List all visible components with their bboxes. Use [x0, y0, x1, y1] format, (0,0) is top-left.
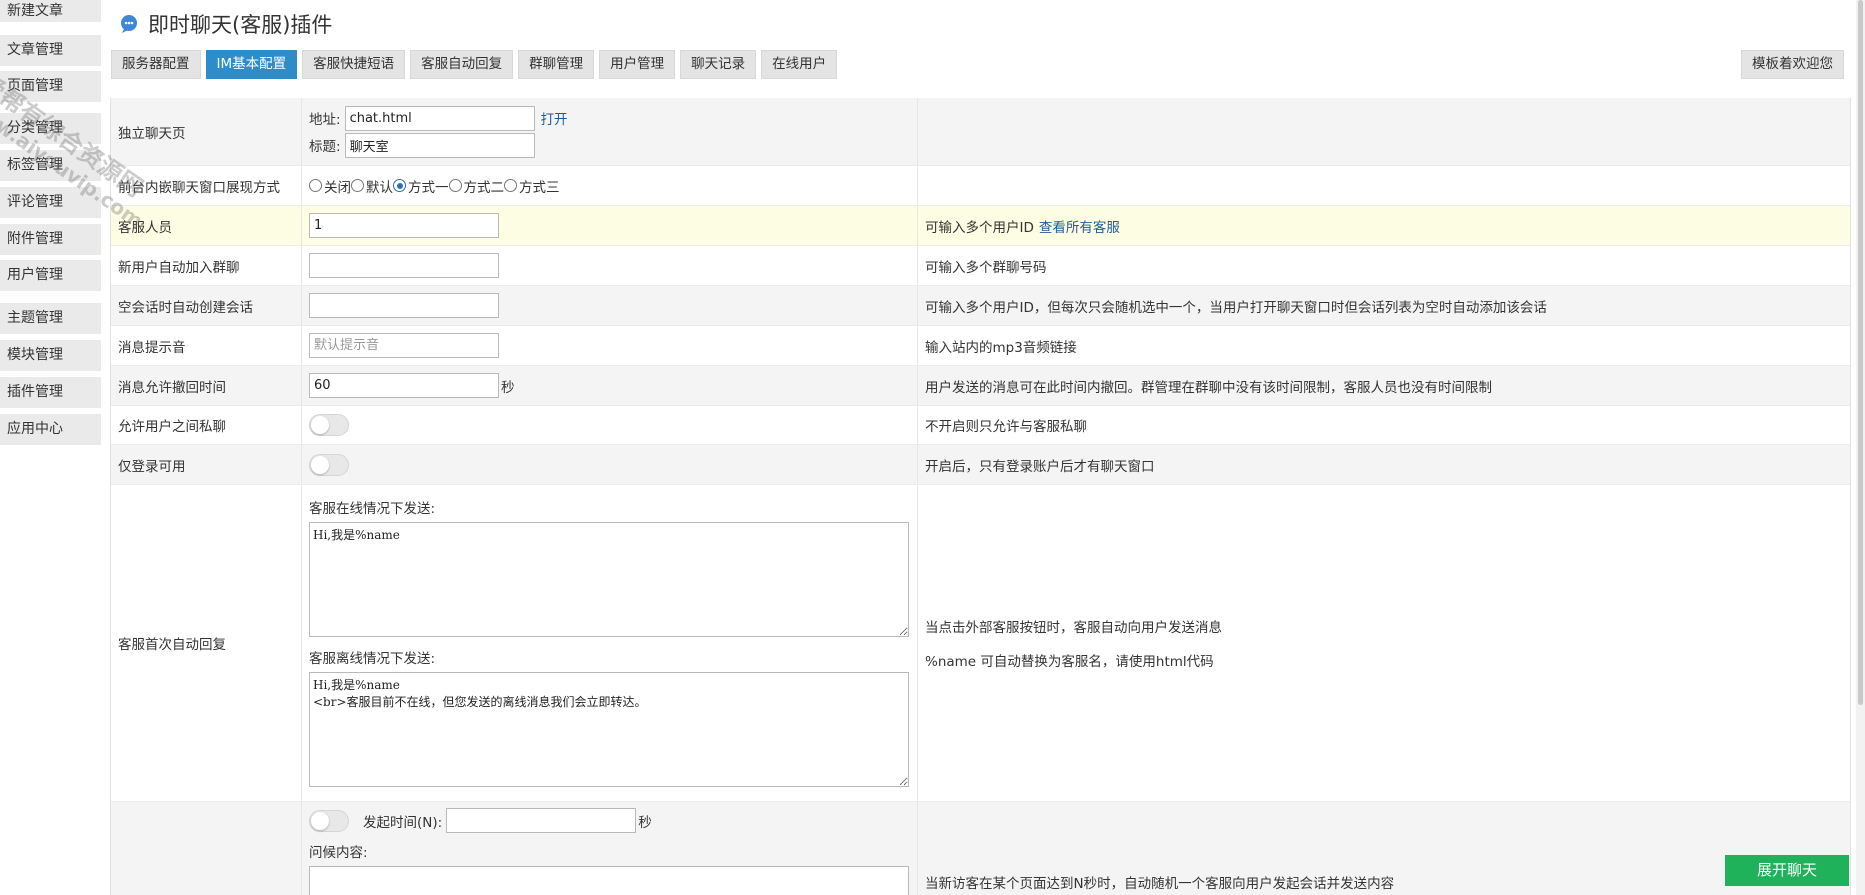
seconds-unit: 秒: [638, 814, 652, 831]
radio-button-icon: [504, 179, 517, 192]
sidebar-item-theme-manage[interactable]: 主题管理: [0, 303, 101, 334]
sidebar: 新建文章 文章管理 页面管理 分类管理 标签管理 评论管理 附件管理 用户管理 …: [0, 0, 101, 895]
sidebar-item-tag-manage[interactable]: 标签管理: [0, 150, 101, 181]
template-welcome-tab[interactable]: 模板着欢迎您: [1741, 50, 1844, 79]
setting-row-auto-session: 空会话时自动创建会话 可输入多个用户ID，但每次只会随机选中一个，当用户打开聊天…: [111, 286, 1850, 326]
greeting-toggle[interactable]: [309, 809, 349, 832]
radio-mode-one[interactable]: 方式一: [393, 176, 449, 196]
toggle-knob: [311, 455, 329, 474]
title-input[interactable]: [344, 132, 535, 158]
seconds-unit: 秒: [501, 379, 515, 396]
offline-reply-textarea[interactable]: Hi,我是%name <br>客服目前不在线，但您发送的离线消息我们会立即转达。: [309, 672, 909, 787]
toggle-knob: [311, 811, 329, 830]
settings-table: 独立聊天页 地址: 打开 标题: 前台内嵌聊天窗口展现方式 关闭 默认 方式一 …: [110, 98, 1851, 895]
setting-desc: 输入站内的mp3音频链接: [925, 339, 1077, 356]
setting-desc: 可输入多个群聊号码: [925, 259, 1047, 276]
sound-input[interactable]: [309, 333, 499, 358]
radio-off[interactable]: 关闭: [309, 176, 351, 196]
sidebar-item-comment-manage[interactable]: 评论管理: [0, 187, 101, 218]
radio-button-icon: [351, 179, 364, 192]
tab-user-manage[interactable]: 用户管理: [599, 50, 676, 79]
online-reply-textarea[interactable]: Hi,我是%name: [309, 522, 909, 637]
greeting-content-label: 问候内容:: [309, 845, 368, 861]
agents-desc: 可输入多个用户ID: [925, 219, 1034, 236]
tab-bar: 服务器配置 IM基本配置 客服快捷短语 客服自动回复 群聊管理 用户管理 聊天记…: [111, 50, 838, 79]
setting-desc: 当新访客在某个页面达到N秒时，自动随机一个客服向用户发起会话并发送内容: [925, 876, 1395, 892]
radio-button-icon: [309, 179, 322, 192]
page-header: 即时聊天(客服)插件: [118, 9, 332, 39]
setting-label: 前台内嵌聊天窗口展现方式: [111, 166, 302, 205]
setting-label: 允许用户之间私聊: [111, 406, 302, 444]
setting-label: 独立聊天页: [111, 98, 302, 165]
chat-bubble-icon: [121, 15, 137, 33]
address-input[interactable]: [344, 105, 535, 131]
setting-row-greeting: 发起时间(N): 秒 问候内容: 当新访客在某个页面达到N秒时，自动随机一个客服…: [111, 802, 1850, 895]
setting-row-auto-join: 新用户自动加入群聊 可输入多个群聊号码: [111, 246, 1850, 286]
login-only-toggle[interactable]: [309, 453, 349, 476]
setting-label: 空会话时自动创建会话: [111, 286, 302, 325]
setting-row-first-reply: 客服首次自动回复 客服在线情况下发送: Hi,我是%name 客服离线情况下发送…: [111, 485, 1850, 802]
offline-reply-label: 客服离线情况下发送:: [309, 651, 436, 667]
recall-time-input[interactable]: [309, 373, 499, 398]
setting-desc: 用户发送的消息可在此时间内撤回。群管理在群聊中没有该时间限制，客服人员也没有时间…: [925, 379, 1492, 396]
tab-group-chat-manage[interactable]: 群聊管理: [518, 50, 595, 79]
scrollbar-thumb[interactable]: [1858, 0, 1863, 705]
setting-label: 消息允许撤回时间: [111, 366, 302, 405]
setting-row-private-chat: 允许用户之间私聊 不开启则只允许与客服私聊: [111, 406, 1850, 445]
setting-label: 新用户自动加入群聊: [111, 246, 302, 285]
setting-desc: 开启后，只有登录账户后才有聊天窗口: [925, 458, 1155, 475]
tab-chat-history[interactable]: 聊天记录: [680, 50, 757, 79]
radio-button-icon: [448, 179, 462, 192]
setting-row-recall: 消息允许撤回时间 秒 用户发送的消息可在此时间内撤回。群管理在群聊中没有该时间限…: [111, 366, 1850, 406]
radio-default[interactable]: 默认: [351, 176, 393, 196]
sidebar-item-article-manage[interactable]: 文章管理: [0, 35, 101, 66]
sidebar-item-module-manage[interactable]: 模块管理: [0, 340, 101, 371]
setting-label: 仅登录可用: [111, 445, 302, 484]
agents-input[interactable]: [309, 213, 499, 238]
setting-label: 客服首次自动回复: [111, 485, 302, 801]
private-chat-toggle[interactable]: [309, 414, 349, 436]
sidebar-item-page-manage[interactable]: 页面管理: [0, 71, 101, 102]
tab-auto-reply[interactable]: 客服自动回复: [410, 50, 514, 79]
tab-im-basic-config[interactable]: IM基本配置: [205, 50, 298, 79]
setting-row-standalone: 独立聊天页 地址: 打开 标题:: [111, 98, 1850, 166]
setting-row-sound: 消息提示音 输入站内的mp3音频链接: [111, 326, 1850, 366]
expand-chat-button[interactable]: 展开聊天: [1725, 855, 1849, 886]
sidebar-item-app-center[interactable]: 应用中心: [0, 414, 101, 445]
sidebar-item-new-article[interactable]: 新建文章: [0, 0, 101, 22]
address-label: 地址:: [309, 112, 341, 128]
setting-desc: 可输入多个用户ID，但每次只会随机选中一个，当用户打开聊天窗口时但会话列表为空时…: [925, 299, 1547, 316]
sidebar-item-user-manage[interactable]: 用户管理: [0, 260, 101, 291]
online-reply-label: 客服在线情况下发送:: [309, 501, 436, 517]
tab-online-users[interactable]: 在线用户: [761, 50, 838, 79]
sidebar-item-plugin-manage[interactable]: 插件管理: [0, 377, 101, 408]
auto-session-input[interactable]: [309, 293, 499, 318]
setting-row-display-mode: 前台内嵌聊天窗口展现方式 关闭 默认 方式一 方式二 方式三: [111, 166, 1850, 206]
radio-button-checked-icon: [393, 179, 406, 192]
first-reply-desc-2: %name 可自动替换为客服名，请使用html代码: [925, 654, 1214, 670]
auto-join-input[interactable]: [309, 253, 499, 278]
setting-row-login-only: 仅登录可用 开启后，只有登录账户后才有聊天窗口: [111, 445, 1850, 485]
sidebar-item-attachment-manage[interactable]: 附件管理: [0, 224, 101, 255]
title-label: 标题:: [309, 139, 341, 155]
view-all-agents-link[interactable]: 查看所有客服: [1039, 216, 1120, 236]
setting-row-agents: 客服人员 可输入多个用户ID 查看所有客服: [111, 206, 1850, 246]
greeting-content-textarea[interactable]: [309, 866, 909, 895]
setting-label: 客服人员: [111, 206, 302, 245]
setting-label: 消息提示音: [111, 326, 302, 365]
trigger-time-input[interactable]: [446, 808, 637, 833]
open-link[interactable]: 打开: [541, 108, 568, 128]
page-title: 即时聊天(客服)插件: [148, 13, 333, 37]
first-reply-desc-1: 当点击外部客服按钮时，客服自动向用户发送消息: [925, 620, 1222, 636]
sidebar-item-category-manage[interactable]: 分类管理: [0, 113, 101, 144]
tab-server-config[interactable]: 服务器配置: [111, 50, 201, 79]
display-mode-radio-group: 关闭 默认 方式一 方式二 方式三: [309, 176, 560, 196]
radio-mode-three[interactable]: 方式三: [504, 176, 560, 196]
trigger-time-label: 发起时间(N):: [363, 814, 443, 831]
tab-quick-phrases[interactable]: 客服快捷短语: [302, 50, 406, 79]
radio-mode-two[interactable]: 方式二: [448, 176, 504, 196]
toggle-knob: [311, 416, 329, 434]
setting-desc: 不开启则只允许与客服私聊: [925, 419, 1087, 435]
